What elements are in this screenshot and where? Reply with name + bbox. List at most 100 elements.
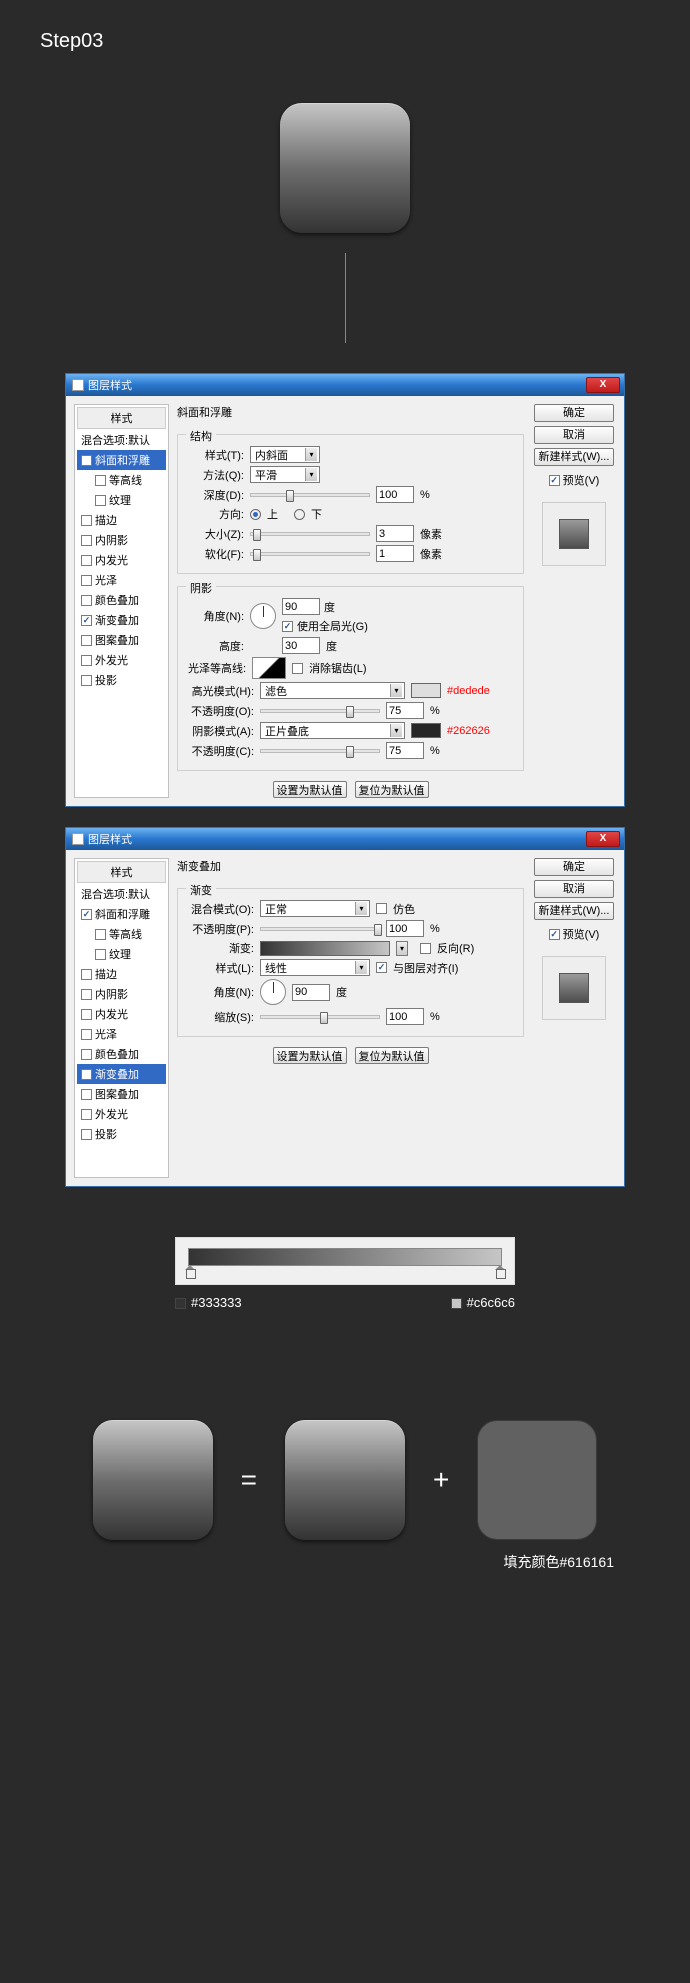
style-select[interactable]: 线性▾ — [260, 959, 370, 976]
checkbox-icon[interactable] — [81, 909, 92, 920]
hilite-opacity-input[interactable]: 75 — [386, 702, 424, 719]
checkbox-icon[interactable] — [81, 655, 92, 666]
checkbox-icon[interactable] — [81, 575, 92, 586]
checkbox-icon[interactable] — [81, 595, 92, 606]
checkbox-icon[interactable] — [81, 455, 92, 466]
item-innerglow[interactable]: 内发光 — [77, 550, 166, 570]
checkbox-icon[interactable] — [81, 615, 92, 626]
direction-up-radio[interactable] — [250, 509, 261, 520]
checkbox-icon[interactable] — [95, 929, 106, 940]
close-button[interactable]: X — [586, 377, 620, 393]
checkbox-icon[interactable] — [81, 969, 92, 980]
item-contour[interactable]: 等高线 — [77, 470, 166, 490]
checkbox-icon[interactable] — [81, 1129, 92, 1140]
item-satin[interactable]: 光泽 — [77, 570, 166, 590]
chevron-down-icon[interactable]: ▾ — [396, 941, 408, 956]
ok-button[interactable]: 确定 — [534, 858, 614, 876]
opacity-input[interactable]: 100 — [386, 920, 424, 937]
shadow-opacity-slider[interactable] — [260, 749, 380, 753]
set-default-button[interactable]: 设置为默认值 — [273, 781, 347, 798]
ok-button[interactable]: 确定 — [534, 404, 614, 422]
opacity-slider[interactable] — [260, 927, 380, 931]
hilite-opacity-slider[interactable] — [260, 709, 380, 713]
gradient-stop-right[interactable] — [495, 1265, 505, 1277]
technique-select[interactable]: 平滑▾ — [250, 466, 320, 483]
gloss-contour[interactable] — [252, 657, 286, 679]
checkbox-icon[interactable] — [81, 535, 92, 546]
item-innershadow[interactable]: 内阴影 — [77, 984, 166, 1004]
style-select[interactable]: 内斜面▾ — [250, 446, 320, 463]
angle-input[interactable]: 90 — [292, 984, 330, 1001]
scale-slider[interactable] — [260, 1015, 380, 1019]
item-dropshadow[interactable]: 投影 — [77, 670, 166, 690]
global-light-checkbox[interactable] — [282, 621, 293, 632]
blend-defaults-item[interactable]: 混合选项:默认 — [77, 884, 166, 904]
gradient-bar[interactable] — [188, 1248, 502, 1266]
item-stroke[interactable]: 描边 — [77, 510, 166, 530]
item-innerglow[interactable]: 内发光 — [77, 1004, 166, 1024]
item-patternoverlay[interactable]: 图案叠加 — [77, 1084, 166, 1104]
titlebar[interactable]: 图层样式 X — [66, 374, 624, 396]
item-outerglow[interactable]: 外发光 — [77, 1104, 166, 1124]
shadow-color-swatch[interactable] — [411, 723, 441, 738]
item-outerglow[interactable]: 外发光 — [77, 650, 166, 670]
item-bevel[interactable]: 斜面和浮雕 — [77, 904, 166, 924]
blend-defaults-item[interactable]: 混合选项:默认 — [77, 430, 166, 450]
hilite-mode-select[interactable]: 滤色▾ — [260, 682, 405, 699]
soften-input[interactable]: 1 — [376, 545, 414, 562]
item-satin[interactable]: 光泽 — [77, 1024, 166, 1044]
depth-slider[interactable] — [250, 493, 370, 497]
item-gradientoverlay[interactable]: 渐变叠加 — [77, 610, 166, 630]
checkbox-icon[interactable] — [95, 495, 106, 506]
depth-input[interactable]: 100 — [376, 486, 414, 503]
angle-input[interactable]: 90 — [282, 598, 320, 615]
checkbox-icon[interactable] — [81, 515, 92, 526]
gradient-stop-left[interactable] — [185, 1265, 195, 1277]
checkbox-icon[interactable] — [81, 675, 92, 686]
close-button[interactable]: X — [586, 831, 620, 847]
cancel-button[interactable]: 取消 — [534, 880, 614, 898]
reset-default-button[interactable]: 复位为默认值 — [355, 1047, 429, 1064]
shadow-mode-select[interactable]: 正片叠底▾ — [260, 722, 405, 739]
preview-checkbox[interactable] — [549, 475, 560, 486]
reset-default-button[interactable]: 复位为默认值 — [355, 781, 429, 798]
altitude-input[interactable]: 30 — [282, 637, 320, 654]
item-coloroverlay[interactable]: 颜色叠加 — [77, 590, 166, 610]
cancel-button[interactable]: 取消 — [534, 426, 614, 444]
checkbox-icon[interactable] — [81, 1089, 92, 1100]
item-patternoverlay[interactable]: 图案叠加 — [77, 630, 166, 650]
item-dropshadow[interactable]: 投影 — [77, 1124, 166, 1144]
item-texture[interactable]: 纹理 — [77, 944, 166, 964]
checkbox-icon[interactable] — [81, 555, 92, 566]
set-default-button[interactable]: 设置为默认值 — [273, 1047, 347, 1064]
angle-dial[interactable] — [260, 979, 286, 1005]
gradient-swatch[interactable] — [260, 941, 390, 956]
new-style-button[interactable]: 新建样式(W)... — [534, 448, 614, 466]
checkbox-icon[interactable] — [81, 1109, 92, 1120]
item-innershadow[interactable]: 内阴影 — [77, 530, 166, 550]
align-layer-checkbox[interactable] — [376, 962, 387, 973]
item-stroke[interactable]: 描边 — [77, 964, 166, 984]
checkbox-icon[interactable] — [81, 1009, 92, 1020]
antialias-checkbox[interactable] — [292, 663, 303, 674]
checkbox-icon[interactable] — [81, 1049, 92, 1060]
angle-dial[interactable] — [250, 603, 276, 629]
item-contour[interactable]: 等高线 — [77, 924, 166, 944]
hilite-color-swatch[interactable] — [411, 683, 441, 698]
preview-checkbox[interactable] — [549, 929, 560, 940]
item-coloroverlay[interactable]: 颜色叠加 — [77, 1044, 166, 1064]
blend-select[interactable]: 正常▾ — [260, 900, 370, 917]
checkbox-icon[interactable] — [81, 1069, 92, 1080]
scale-input[interactable]: 100 — [386, 1008, 424, 1025]
direction-down-radio[interactable] — [294, 509, 305, 520]
checkbox-icon[interactable] — [81, 989, 92, 1000]
soften-slider[interactable] — [250, 552, 370, 556]
item-gradientoverlay[interactable]: 渐变叠加 — [77, 1064, 166, 1084]
shadow-opacity-input[interactable]: 75 — [386, 742, 424, 759]
titlebar[interactable]: 图层样式 X — [66, 828, 624, 850]
new-style-button[interactable]: 新建样式(W)... — [534, 902, 614, 920]
item-texture[interactable]: 纹理 — [77, 490, 166, 510]
item-bevel[interactable]: 斜面和浮雕 — [77, 450, 166, 470]
checkbox-icon[interactable] — [81, 1029, 92, 1040]
reverse-checkbox[interactable] — [420, 943, 431, 954]
